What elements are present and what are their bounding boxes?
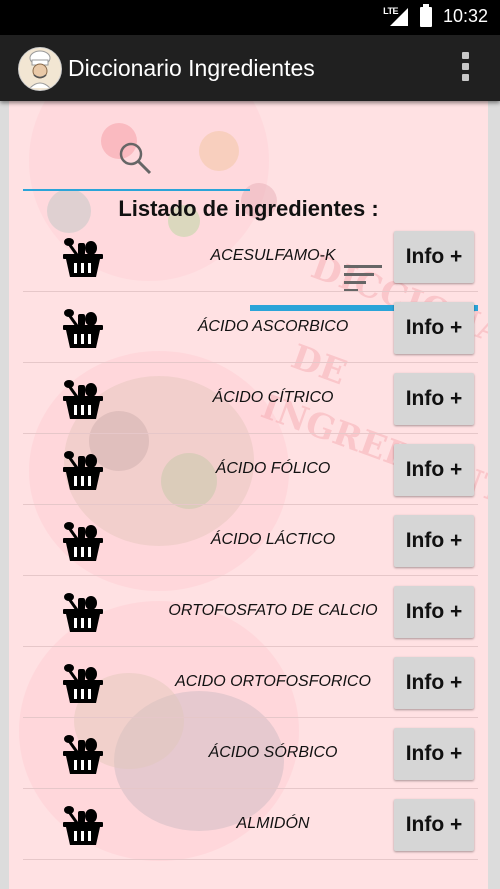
info-button[interactable]: Info +: [394, 799, 474, 851]
shopping-basket-icon: [63, 451, 103, 490]
shopping-basket-icon: [63, 593, 103, 632]
ingredient-name: ÁCIDO SÓRBICO: [208, 744, 338, 761]
status-bar: LTE 10:32: [0, 0, 500, 35]
info-button[interactable]: Info +: [394, 728, 474, 780]
list-item: ÁCIDO ASCORBICO Info +: [23, 292, 478, 363]
list-item: ÁCIDO LÁCTICO Info +: [23, 505, 478, 576]
shopping-basket-icon: [63, 735, 103, 774]
shopping-basket-icon: [63, 522, 103, 561]
info-button[interactable]: Info +: [394, 302, 474, 354]
ingredient-name: ÁCIDO CÍTRICO: [212, 389, 334, 406]
ingredient-name: ALMIDÓN: [236, 815, 310, 832]
info-button[interactable]: Info +: [394, 586, 474, 638]
ingredient-name: ÁCIDO ASCORBICO: [197, 318, 349, 335]
ingredient-name: ACIDO ORTOFOSFORICO: [175, 673, 371, 690]
main-content: DICCIONARIO DE INGREDIENTES Listado de i…: [9, 101, 488, 889]
app-title: Diccionario Ingredientes: [68, 55, 315, 81]
list-heading: Listado de ingredientes :: [118, 196, 379, 221]
search-icon: [119, 142, 152, 175]
chef-logo-icon: [18, 47, 62, 91]
clock: 10:32: [442, 6, 488, 26]
list-item: ALMIDÓN Info +: [23, 789, 478, 860]
shopping-basket-icon: [63, 806, 103, 845]
ingredient-name: ÁCIDO LÁCTICO: [210, 531, 336, 548]
signal-icon: [390, 8, 408, 26]
shopping-basket-icon: [63, 380, 103, 419]
list-item: ACESULFAMO-K Info +: [23, 221, 478, 292]
ingredient-name: ACESULFAMO-K: [210, 247, 336, 264]
tab-indicator: [23, 189, 250, 191]
tab-search[interactable]: [23, 101, 250, 191]
info-button[interactable]: Info +: [394, 231, 474, 283]
shopping-basket-icon: [63, 664, 103, 703]
ingredient-list: ACESULFAMO-K Info + ÁCIDO ASCORBICO Info…: [23, 221, 478, 860]
info-button[interactable]: Info +: [394, 515, 474, 567]
shopping-basket-icon: [63, 238, 103, 277]
info-button[interactable]: Info +: [394, 657, 474, 709]
list-item: ACIDO ORTOFOSFORICO Info +: [23, 647, 478, 718]
list-item: ÁCIDO CÍTRICO Info +: [23, 363, 478, 434]
battery-icon: [420, 4, 432, 27]
ingredient-name: ORTOFOSFATO DE CALCIO: [168, 602, 378, 619]
list-item: ÁCIDO FÓLICO Info +: [23, 434, 478, 505]
list-item: ÁCIDO SÓRBICO Info +: [23, 718, 478, 789]
app-bar: Diccionario Ingredientes: [0, 35, 500, 101]
overflow-menu-icon[interactable]: [462, 52, 470, 84]
tab-bar: [23, 101, 478, 311]
shopping-basket-icon: [63, 309, 103, 348]
info-button[interactable]: Info +: [394, 444, 474, 496]
info-button[interactable]: Info +: [394, 373, 474, 425]
list-item: ORTOFOSFATO DE CALCIO Info +: [23, 576, 478, 647]
ingredient-name: ÁCIDO FÓLICO: [215, 460, 331, 477]
